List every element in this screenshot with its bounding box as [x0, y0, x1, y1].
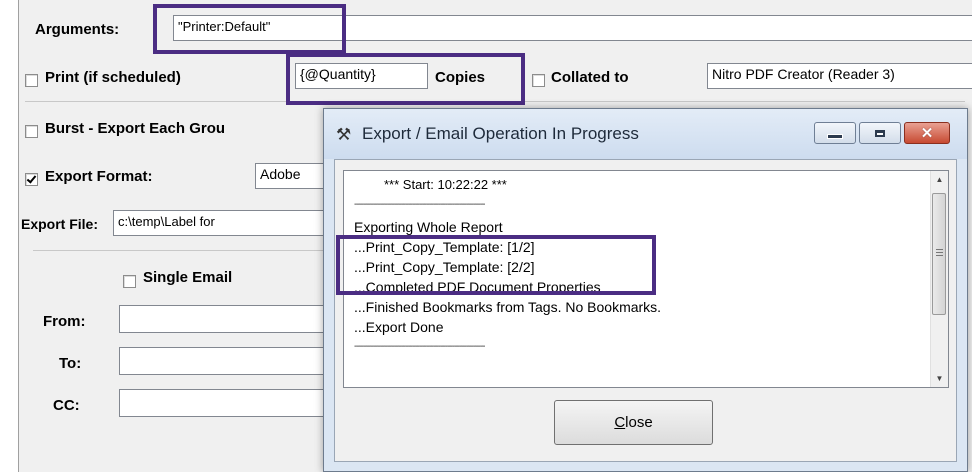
- export-file-input[interactable]: c:\temp\Label for: [113, 210, 353, 236]
- minimize-icon: [827, 133, 843, 139]
- printer-select[interactable]: Nitro PDF Creator (Reader 3): [707, 63, 972, 89]
- quantity-value: {@Quantity}: [300, 66, 376, 82]
- close-window-button[interactable]: ✕: [904, 122, 950, 144]
- scroll-down-icon[interactable]: ▼: [931, 370, 948, 387]
- export-format-checkbox[interactable]: [25, 173, 38, 186]
- minimize-button[interactable]: [814, 122, 856, 144]
- arguments-label: Arguments:: [35, 21, 120, 38]
- dialog-title: Export / Email Operation In Progress: [362, 124, 639, 143]
- collated-checkbox[interactable]: [532, 74, 545, 87]
- tools-icon: ⚒: [336, 125, 352, 144]
- dialog-body: *** Start: 10:22:22 *** ----------------…: [334, 159, 957, 462]
- from-label: From:: [43, 313, 86, 330]
- scroll-up-icon[interactable]: ▲: [931, 171, 948, 188]
- log-divider: ----------------------------------------…: [354, 341, 485, 352]
- close-button[interactable]: Close: [554, 400, 713, 445]
- export-format-label: Export Format:: [45, 168, 153, 185]
- maximize-button[interactable]: [859, 122, 901, 144]
- single-email-checkbox[interactable]: [123, 275, 136, 288]
- log-line: ...Print_Copy_Template: [1/2]: [354, 239, 535, 255]
- printer-value: Nitro PDF Creator (Reader 3): [712, 66, 895, 82]
- scroll-thumb[interactable]: [932, 193, 946, 315]
- close-button-accel: C: [614, 414, 626, 431]
- burst-checkbox[interactable]: [25, 125, 38, 138]
- separator: [25, 101, 965, 102]
- burst-label: Burst - Export Each Grou: [45, 120, 226, 137]
- close-icon: ✕: [920, 124, 934, 142]
- quantity-input[interactable]: {@Quantity}: [295, 63, 428, 89]
- to-label: To:: [59, 355, 82, 372]
- log-line: ...Completed PDF Document Properties: [354, 279, 601, 295]
- maximize-icon: [875, 129, 885, 137]
- export-file-label: Export File:: [21, 216, 99, 232]
- copies-label: Copies: [435, 69, 486, 86]
- log-divider: ----------------------------------------…: [354, 199, 485, 210]
- arguments-value: "Printer:Default": [178, 19, 271, 34]
- cc-label: CC:: [53, 397, 80, 414]
- export-file-value: c:\temp\Label for: [118, 214, 215, 229]
- single-email-label: Single Email: [143, 269, 233, 286]
- print-checkbox[interactable]: [25, 74, 38, 87]
- log-line: ...Export Done: [354, 319, 444, 335]
- collated-label: Collated to: [551, 69, 629, 86]
- log-textbox[interactable]: *** Start: 10:22:22 *** ----------------…: [343, 170, 949, 388]
- export-progress-dialog: ⚒ Export / Email Operation In Progress ✕…: [323, 108, 968, 472]
- grip-icon: [936, 249, 943, 250]
- export-format-value: Adobe: [260, 166, 301, 182]
- log-line: Exporting Whole Report: [354, 219, 503, 235]
- arguments-input[interactable]: "Printer:Default": [173, 15, 972, 41]
- log-line: ...Print_Copy_Template: [2/2]: [354, 259, 535, 275]
- log-start-line: *** Start: 10:22:22 ***: [384, 177, 507, 192]
- print-label: Print (if scheduled): [45, 69, 181, 86]
- log-line: ...Finished Bookmarks from Tags. No Book…: [354, 299, 662, 315]
- dialog-title-bar[interactable]: ⚒ Export / Email Operation In Progress ✕: [324, 109, 967, 159]
- log-scrollbar[interactable]: ▲ ▼: [930, 171, 948, 387]
- close-button-label: lose: [625, 414, 653, 431]
